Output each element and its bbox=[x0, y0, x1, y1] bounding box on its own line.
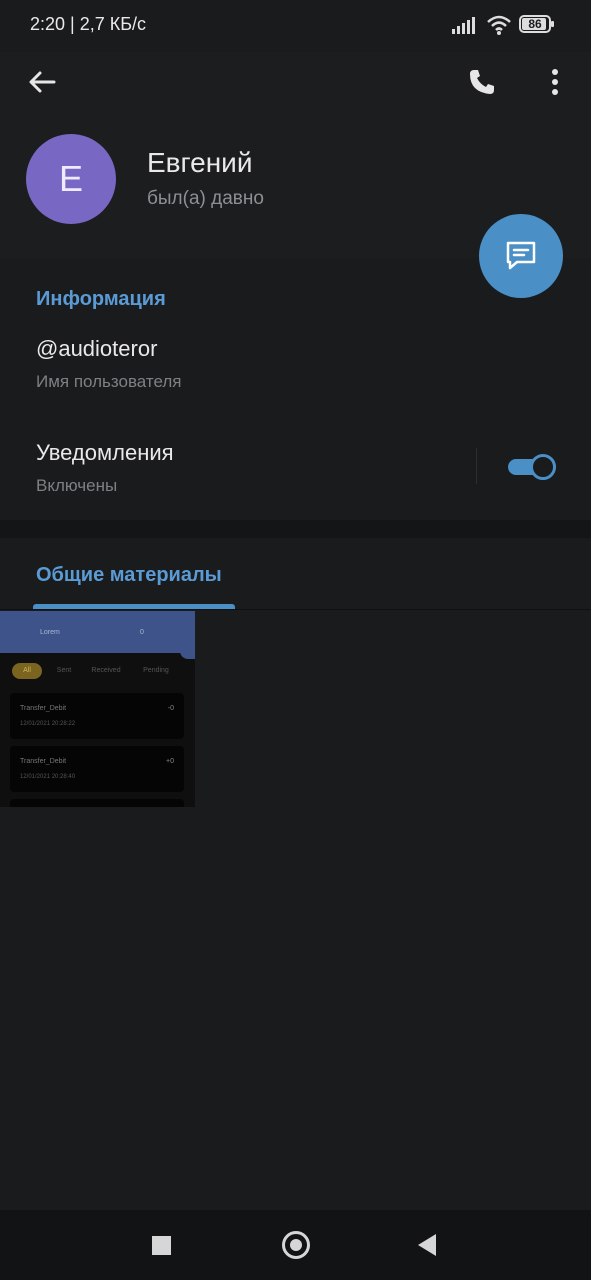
phone-icon[interactable] bbox=[466, 66, 498, 98]
section-gap bbox=[0, 520, 591, 538]
notifications-status: Включены bbox=[36, 476, 118, 495]
message-icon bbox=[506, 241, 536, 270]
battery-icon: 86 bbox=[519, 15, 551, 33]
thumb-chip: Sent bbox=[56, 667, 72, 674]
username-value[interactable]: @audioteror bbox=[36, 336, 157, 362]
thumb-card-value: -0 bbox=[167, 705, 174, 712]
thumb-card-date: 12/01/2021 20:28:22 bbox=[20, 721, 76, 727]
status-time-speed: 2:20 | 2,7 КБ/с bbox=[30, 14, 147, 34]
thumb-header-text: Lorem bbox=[40, 629, 60, 636]
divider bbox=[476, 448, 477, 484]
more-vertical-icon[interactable] bbox=[540, 66, 570, 98]
thumb-card-title: Transfer_Debit bbox=[20, 758, 67, 765]
thumb-header-num: 0 bbox=[140, 629, 144, 636]
recents-square-icon[interactable] bbox=[152, 1236, 171, 1255]
back-triangle-icon[interactable] bbox=[418, 1234, 436, 1256]
wifi-icon bbox=[487, 15, 511, 35]
home-circle-icon[interactable] bbox=[282, 1231, 310, 1259]
thumb-card-title: Transfer_Debit bbox=[20, 705, 67, 712]
battery-level: 86 bbox=[528, 17, 542, 31]
notifications-label[interactable]: Уведомления bbox=[36, 440, 174, 466]
thumb-card-date: 12/01/2021 20:28:40 bbox=[20, 774, 76, 780]
thumb-card bbox=[10, 799, 184, 807]
thumb-card: Transfer_Debit 12/01/2021 20:28:22 -0 bbox=[10, 693, 184, 739]
thumb-card: Transfer_Debit 12/01/2021 20:28:40 +0 bbox=[10, 746, 184, 792]
last-seen-status: был(а) давно bbox=[147, 188, 264, 209]
tab-shared-media[interactable]: Общие материалы bbox=[36, 564, 222, 587]
info-section: Информация @audioteror Имя пользователя … bbox=[0, 258, 591, 520]
signal-icon bbox=[452, 17, 475, 34]
thumb-card-value: +0 bbox=[166, 758, 174, 765]
username-label: Имя пользователя bbox=[36, 372, 182, 391]
shared-media-section: Общие материалы Lorem 0 All Sent Receive… bbox=[0, 538, 591, 1210]
notifications-toggle[interactable] bbox=[508, 454, 558, 480]
info-section-title: Информация bbox=[36, 288, 166, 310]
thumb-chip: Pending bbox=[143, 667, 169, 674]
tab-divider bbox=[0, 609, 591, 610]
thumb-chip: Received bbox=[91, 667, 121, 674]
avatar[interactable]: Е bbox=[26, 134, 116, 224]
send-message-button[interactable] bbox=[479, 214, 563, 298]
system-nav-bar bbox=[0, 1210, 591, 1280]
status-bar: 2:20 | 2,7 КБ/с 86 bbox=[0, 0, 591, 52]
thumb-chip: All bbox=[12, 663, 42, 679]
contact-name: Евгений bbox=[147, 147, 253, 178]
shared-media-thumbnail[interactable]: Lorem 0 All Sent Received Pending Transf… bbox=[0, 611, 195, 807]
back-arrow-icon[interactable] bbox=[26, 66, 58, 98]
